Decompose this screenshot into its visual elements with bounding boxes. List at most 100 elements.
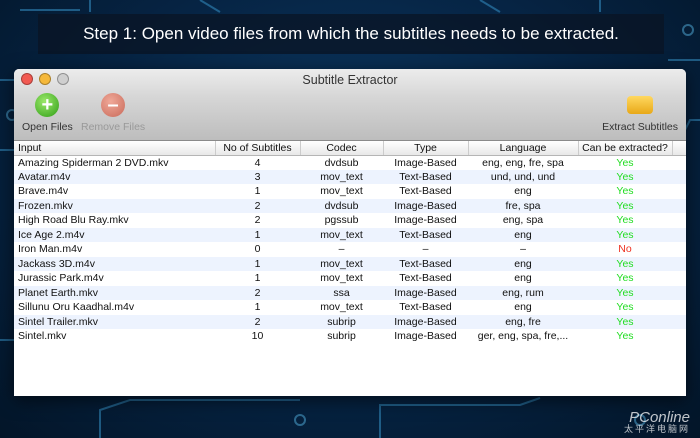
header-filler <box>672 141 686 156</box>
column-header-input[interactable]: Input <box>14 141 216 156</box>
table-row[interactable]: Frozen.mkv 2 dvdsub Image-Based fre, spa Yes <box>14 198 686 213</box>
row-filler <box>672 169 686 184</box>
language: eng <box>468 227 578 242</box>
row-filler <box>672 256 686 271</box>
type: Image-Based <box>383 198 468 213</box>
subtitle-count: 1 <box>254 272 261 285</box>
extractable: Yes <box>578 169 672 184</box>
file-name: Avatar.m4v <box>14 169 215 184</box>
table-row[interactable]: Avatar.m4v 3 mov_text Text-Based und, und, u… <box>14 169 686 184</box>
language: eng, rum <box>468 285 578 300</box>
table-row[interactable]: Jurassic Park.m4v 1 mov_text Text-Based eng Y… <box>14 271 686 286</box>
extractable: Yes <box>616 330 634 343</box>
table-row[interactable]: Sintel.mkv 10 subrip Image-Based ger, eng, s… <box>14 329 686 344</box>
file-name: Brave.m4v <box>18 185 69 198</box>
extractable: No <box>618 243 632 256</box>
open-files-button[interactable]: + Open Files <box>22 93 73 133</box>
codec: mov_text <box>320 272 363 285</box>
minus-icon: – <box>101 93 126 117</box>
subtitle-count: 1 <box>254 301 261 314</box>
row-filler <box>672 271 686 286</box>
title-bar: Subtitle Extractor + Open Files – Remove… <box>14 69 686 141</box>
column-header-type[interactable]: Type <box>383 141 469 156</box>
plus-icon: + <box>35 93 60 117</box>
extractable: Yes <box>578 314 672 329</box>
subtitle-count: 2 <box>215 314 300 329</box>
extract-subtitles-button[interactable]: Extract Subtitles <box>602 93 678 133</box>
row-filler <box>672 184 686 199</box>
table-row[interactable]: Iron Man.m4v 0 – – – No <box>14 242 686 257</box>
extractable: Yes <box>616 272 634 285</box>
file-name: Sillunu Oru Kaadhal.m4v <box>18 301 135 314</box>
codec: dvdsub <box>300 198 383 213</box>
type: – <box>422 243 429 256</box>
language: eng <box>514 272 532 285</box>
file-name: Iron Man.m4v <box>18 243 83 256</box>
file-name: Sintel Trailer.mkv <box>14 314 215 329</box>
row-filler <box>672 329 686 344</box>
column-header-language[interactable]: Language <box>468 141 579 156</box>
table-row[interactable]: Planet Earth.mkv 2 ssa Image-Based eng, rum Y… <box>14 285 686 300</box>
remove-files-button[interactable]: – Remove Files <box>81 93 145 133</box>
type: Image-Based <box>383 285 468 300</box>
language: eng, fre <box>468 314 578 329</box>
language: eng <box>514 185 532 198</box>
table-row[interactable]: Jackass 3D.m4v 1 mov_text Text-Based eng Yes <box>14 256 686 271</box>
watermark-logo: PConline 太平洋电脑网 <box>623 409 690 434</box>
extractable: Yes <box>578 285 672 300</box>
language: eng <box>468 256 578 271</box>
column-header-codec[interactable]: Codec <box>300 141 384 156</box>
subtitle-count: 1 <box>215 256 300 271</box>
extractable: Yes <box>578 198 672 213</box>
window-title: Subtitle Extractor <box>302 73 398 87</box>
file-name: Jurassic Park.m4v <box>18 272 104 285</box>
table-row[interactable]: Amazing Spiderman 2 DVD.mkv 4 dvdsub Image-… <box>14 155 686 170</box>
type: Image-Based <box>394 156 457 169</box>
extractable: Yes <box>616 214 634 227</box>
row-filler <box>672 300 686 315</box>
file-name: Amazing Spiderman 2 DVD.mkv <box>18 156 169 169</box>
language: fre, spa <box>468 198 578 213</box>
subtitle-count: 2 <box>215 285 300 300</box>
codec: mov_text <box>300 169 383 184</box>
file-name: Jackass 3D.m4v <box>14 256 215 271</box>
table-row[interactable]: Sintel Trailer.mkv 2 subrip Image-Based eng,… <box>14 314 686 329</box>
language: – <box>520 243 526 256</box>
row-filler <box>672 227 686 242</box>
language: eng <box>514 301 532 314</box>
type: Image-Based <box>394 214 457 227</box>
open-files-label: Open Files <box>22 121 73 133</box>
codec: mov_text <box>320 185 363 198</box>
subtitle-count: 2 <box>215 198 300 213</box>
extractable: Yes <box>616 185 634 198</box>
column-header-extractable[interactable]: Can be extracted? <box>578 141 673 156</box>
codec: subrip <box>300 314 383 329</box>
row-filler <box>672 213 686 228</box>
codec: mov_text <box>300 227 383 242</box>
column-header-subtitle-count[interactable]: No of Subtitles <box>215 141 301 156</box>
subtitle-count: 1 <box>254 185 261 198</box>
type: Text-Based <box>383 256 468 271</box>
row-filler <box>672 314 686 329</box>
codec: dvdsub <box>324 156 359 169</box>
subtitle-count: 1 <box>215 227 300 242</box>
language: und, und, und <box>468 169 578 184</box>
codec: mov_text <box>320 301 363 314</box>
table-row[interactable]: Ice Age 2.m4v 1 mov_text Text-Based eng Yes <box>14 227 686 242</box>
file-name: Planet Earth.mkv <box>14 285 215 300</box>
type: Text-Based <box>399 272 452 285</box>
row-filler <box>672 242 686 257</box>
file-name: Frozen.mkv <box>14 198 215 213</box>
language: eng, eng, fre, spa <box>482 156 564 169</box>
extractable: Yes <box>578 256 672 271</box>
table-row[interactable]: Brave.m4v 1 mov_text Text-Based eng Yes <box>14 184 686 199</box>
file-name: Ice Age 2.m4v <box>14 227 215 242</box>
subtitle-count: 2 <box>254 214 261 227</box>
subtitle-count: 10 <box>251 330 264 343</box>
subtitle-count: 3 <box>215 169 300 184</box>
table-row[interactable]: Sillunu Oru Kaadhal.m4v 1 mov_text Text-Bas… <box>14 300 686 315</box>
codec: – <box>338 243 345 256</box>
table-row[interactable]: High Road Blu Ray.mkv 2 pgssub Image-Based e… <box>14 213 686 228</box>
type: Image-Based <box>383 314 468 329</box>
codec: mov_text <box>300 256 383 271</box>
